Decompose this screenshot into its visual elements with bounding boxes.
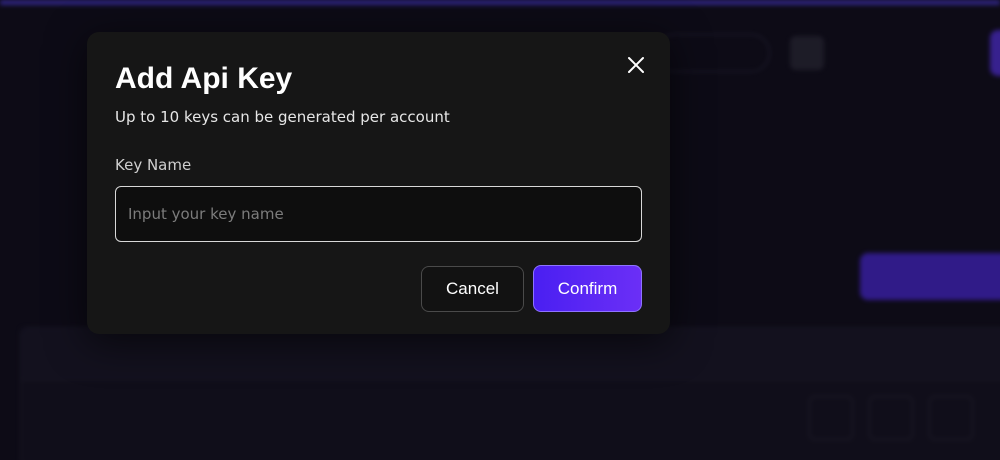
header-icon-button [790,36,824,70]
confirm-button[interactable]: Confirm [533,265,642,312]
key-name-input[interactable] [115,186,642,242]
close-icon [628,57,644,73]
row-action-button [869,396,913,440]
add-api-key-dialog: Add Api Key Up to 10 keys can be generat… [87,32,670,334]
close-button[interactable] [623,52,649,78]
row-action-button [809,396,853,440]
header-button [655,34,770,72]
keys-table [20,327,1000,460]
header-purple-button [990,30,1000,76]
page: Add Api Key Up to 10 keys can be generat… [0,0,1000,460]
cancel-button[interactable]: Cancel [421,266,524,312]
row-action-button [929,396,973,440]
table-header [21,328,1000,380]
dialog-title: Add Api Key [115,62,293,95]
top-accent-bar [0,0,1000,5]
dialog-subtitle: Up to 10 keys can be generated per accou… [115,108,450,126]
key-name-label: Key Name [115,156,192,174]
add-new-key-button [860,253,1000,300]
